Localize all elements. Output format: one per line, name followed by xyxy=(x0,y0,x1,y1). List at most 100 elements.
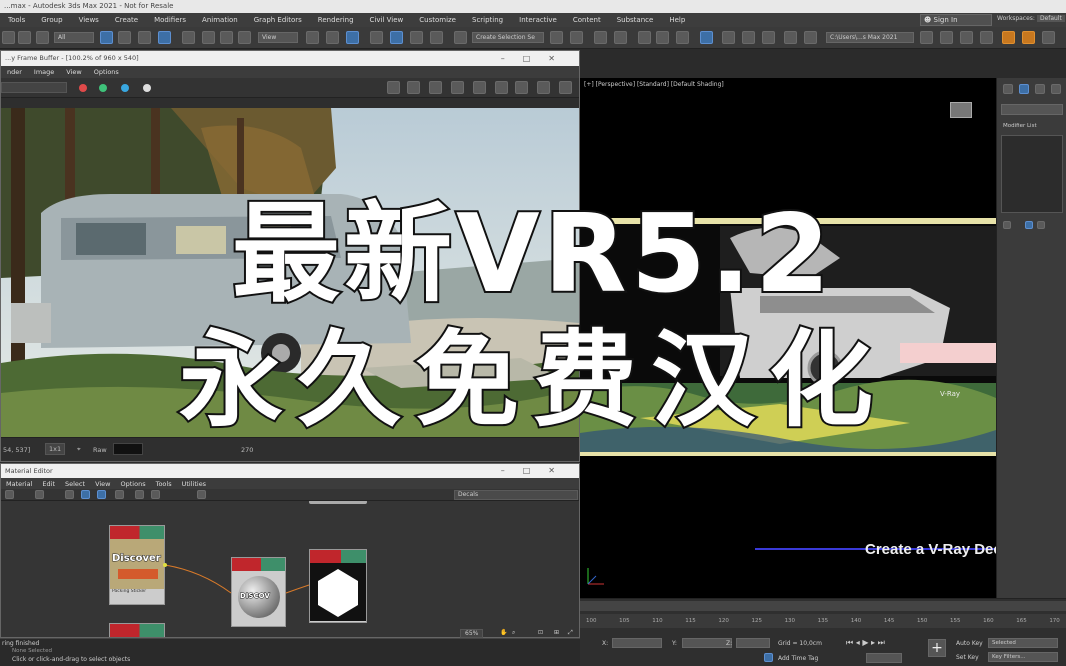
menu-me-view[interactable]: View xyxy=(90,480,115,488)
select-object-icon[interactable] xyxy=(100,31,113,44)
render-cloud-icon[interactable] xyxy=(804,31,817,44)
window-crossing-icon[interactable] xyxy=(158,31,171,44)
modifier-list-label[interactable]: Modifier List xyxy=(1003,123,1037,129)
unlink-icon[interactable] xyxy=(36,31,49,44)
menu-help[interactable]: Help xyxy=(661,16,693,24)
me-layout-icon[interactable] xyxy=(97,490,106,499)
project-path-dropdown[interactable]: C:\Users\...s Max 2021 xyxy=(826,32,914,43)
menu-interactive[interactable]: Interactive xyxy=(511,16,565,24)
key-filters-button[interactable]: Key Filters... xyxy=(988,652,1058,662)
pan-icon[interactable]: ✋ xyxy=(500,629,507,636)
menu-group[interactable]: Group xyxy=(33,16,70,24)
menu-create[interactable]: Create xyxy=(107,16,146,24)
stop-render-icon[interactable] xyxy=(559,81,572,94)
mono-channel-icon[interactable] xyxy=(143,84,151,92)
menu-image[interactable]: Image xyxy=(28,68,60,76)
goto-end-icon[interactable]: ⏭ xyxy=(878,638,885,647)
rendered-frame-window-icon[interactable] xyxy=(742,31,755,44)
pivot-icon[interactable] xyxy=(306,31,319,44)
maximize-icon[interactable]: □ xyxy=(523,54,549,63)
menu-substance[interactable]: Substance xyxy=(609,16,662,24)
z-coord-field[interactable] xyxy=(736,638,770,648)
view-dropdown[interactable]: Decals xyxy=(454,490,578,500)
set-key-icon[interactable]: + xyxy=(928,639,946,657)
schematic-view-icon[interactable] xyxy=(676,31,689,44)
auto-key-button[interactable]: Auto Key xyxy=(956,640,983,647)
menu-rendering[interactable]: Rendering xyxy=(310,16,362,24)
me-maximize-icon[interactable]: □ xyxy=(523,466,549,475)
viewport-label[interactable]: [+] [Perspective] [Standard] [Default Sh… xyxy=(584,81,724,88)
x-coord-field[interactable] xyxy=(612,638,662,648)
current-frame-field[interactable] xyxy=(866,653,902,663)
menu-customize[interactable]: Customize xyxy=(411,16,464,24)
close-icon[interactable]: ✕ xyxy=(548,54,573,63)
spinner-snap-icon[interactable] xyxy=(430,31,443,44)
menu-views[interactable]: Views xyxy=(71,16,107,24)
scale-icon[interactable] xyxy=(220,31,233,44)
open-folder-icon[interactable] xyxy=(940,31,953,44)
angle-snap-icon[interactable] xyxy=(390,31,403,44)
menu-view[interactable]: View xyxy=(60,68,87,76)
me-close-icon[interactable]: ✕ xyxy=(548,466,573,475)
render-iterative-icon[interactable] xyxy=(784,31,797,44)
menu-civil-view[interactable]: Civil View xyxy=(362,16,412,24)
menu-options[interactable]: Options xyxy=(88,68,125,76)
save-folder-icon[interactable] xyxy=(960,31,973,44)
me-delete-icon[interactable] xyxy=(35,490,44,499)
set-key-button[interactable]: Set Key xyxy=(956,654,979,661)
next-frame-icon[interactable]: ▸ xyxy=(871,638,875,647)
edit-named-selection-icon[interactable] xyxy=(454,31,467,44)
load-image-icon[interactable] xyxy=(407,81,420,94)
named-selection-dropdown[interactable]: Create Selection Se xyxy=(472,32,544,43)
keyboard-shortcut-icon[interactable] xyxy=(346,31,359,44)
workspaces-selector[interactable]: Workspaces: Default xyxy=(997,15,1065,22)
color-picker-icon[interactable]: ⌖ xyxy=(77,445,81,454)
y-coord-field[interactable] xyxy=(682,638,732,648)
menu-select[interactable]: Select xyxy=(60,480,90,488)
render-setup-icon[interactable] xyxy=(722,31,735,44)
time-tag-icon[interactable] xyxy=(764,653,773,662)
me-navigate-icon[interactable] xyxy=(135,490,144,499)
create-tab-icon[interactable] xyxy=(1003,84,1013,94)
node-zoom-dropdown[interactable]: 65% xyxy=(460,629,484,638)
save-image-icon[interactable] xyxy=(387,81,400,94)
menu-utilities[interactable]: Utilities xyxy=(177,480,211,488)
vray-frame-buffer-icon[interactable] xyxy=(1002,31,1015,44)
menu-content[interactable]: Content xyxy=(565,16,609,24)
archive-icon[interactable] xyxy=(980,31,993,44)
ribbon-icon[interactable] xyxy=(638,31,651,44)
me-select-icon[interactable] xyxy=(5,490,14,499)
selection-set-dropdown[interactable]: Selected xyxy=(988,638,1058,648)
channel-dropdown[interactable] xyxy=(1,82,67,93)
time-slider[interactable] xyxy=(580,601,1066,611)
node-view-canvas[interactable]: Discover Packing Sticker DISCOV xyxy=(1,501,579,637)
selection-filter-dropdown[interactable]: All xyxy=(54,32,94,43)
viewcube-icon[interactable] xyxy=(950,102,972,118)
bit-depth-icon[interactable] xyxy=(451,81,464,94)
region-render-icon[interactable] xyxy=(429,81,442,94)
rotate-icon[interactable] xyxy=(202,31,215,44)
modify-tab-icon[interactable] xyxy=(1019,84,1029,94)
reference-coord-dropdown[interactable]: View xyxy=(258,32,298,43)
play-icon[interactable]: ▶ xyxy=(862,638,868,647)
percent-snap-icon[interactable] xyxy=(410,31,423,44)
maximize-view-icon[interactable]: ⤢ xyxy=(568,629,573,637)
me-assign-icon[interactable] xyxy=(65,490,74,499)
material-editor-icon[interactable] xyxy=(700,31,713,44)
partial-node[interactable] xyxy=(109,623,165,637)
tools-icon[interactable] xyxy=(1042,31,1055,44)
motion-tab-icon[interactable] xyxy=(1051,84,1061,94)
rect-select-icon[interactable] xyxy=(138,31,151,44)
menu-me-options[interactable]: Options xyxy=(116,480,151,488)
add-time-tag[interactable]: Add Time Tag xyxy=(778,655,818,662)
me-arrange-icon[interactable] xyxy=(151,490,160,499)
object-name-field[interactable] xyxy=(1001,104,1063,115)
me-show-map-icon[interactable] xyxy=(81,490,90,499)
goto-start-icon[interactable]: ⏮ xyxy=(846,638,853,647)
lens-effects-icon[interactable] xyxy=(495,81,508,94)
zoom-extents-icon[interactable]: ⊡ xyxy=(538,629,543,636)
menu-animation[interactable]: Animation xyxy=(194,16,246,24)
place-icon[interactable] xyxy=(238,31,251,44)
link-icon[interactable] xyxy=(18,31,31,44)
me-background-icon[interactable] xyxy=(115,490,124,499)
